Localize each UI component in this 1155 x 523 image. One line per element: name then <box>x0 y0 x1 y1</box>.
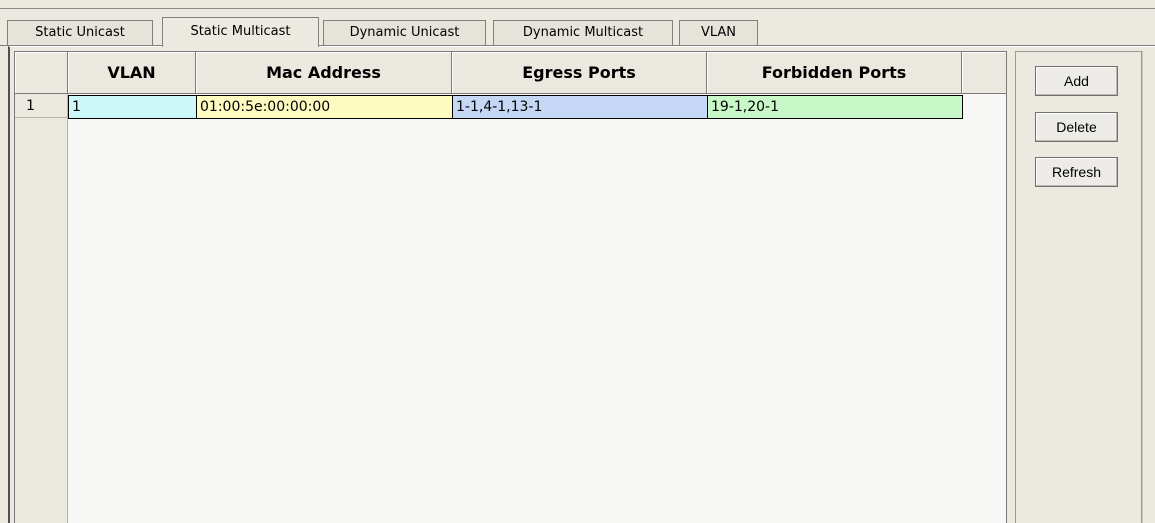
add-button[interactable]: Add <box>1035 66 1118 96</box>
refresh-button[interactable]: Refresh <box>1035 157 1118 187</box>
cell-forbidden-ports[interactable]: 19-1,20-1 <box>707 95 963 119</box>
top-divider <box>0 8 1155 9</box>
tab-dynamic-multicast[interactable]: Dynamic Multicast <box>493 20 673 45</box>
table-corner-header <box>15 52 68 94</box>
cell-mac-address[interactable]: 01:00:5e:00:00:00 <box>196 95 453 119</box>
action-button-panel: Add Delete Refresh <box>1015 51 1142 523</box>
header-egress-ports[interactable]: Egress Ports <box>452 52 707 94</box>
tab-static-multicast[interactable]: Static Multicast <box>162 17 319 47</box>
header-mac-address[interactable]: Mac Address <box>196 52 452 94</box>
header-filler <box>962 52 1006 94</box>
tab-vlan[interactable]: VLAN <box>679 20 758 45</box>
cell-egress-ports[interactable]: 1-1,4-1,13-1 <box>452 95 708 119</box>
row-number[interactable]: 1 <box>15 94 68 118</box>
row-number-column <box>15 52 68 523</box>
header-vlan[interactable]: VLAN <box>68 52 196 94</box>
multicast-table[interactable]: VLAN Mac Address Egress Ports Forbidden … <box>14 51 1007 523</box>
cell-vlan[interactable]: 1 <box>68 95 197 119</box>
header-forbidden-ports[interactable]: Forbidden Ports <box>707 52 962 94</box>
right-scroll-edge <box>1142 51 1155 523</box>
delete-button[interactable]: Delete <box>1035 112 1118 142</box>
tab-dynamic-unicast[interactable]: Dynamic Unicast <box>323 20 486 45</box>
tab-static-unicast[interactable]: Static Unicast <box>7 20 153 45</box>
tab-bar: Static Unicast Static Multicast Dynamic … <box>7 17 1155 47</box>
